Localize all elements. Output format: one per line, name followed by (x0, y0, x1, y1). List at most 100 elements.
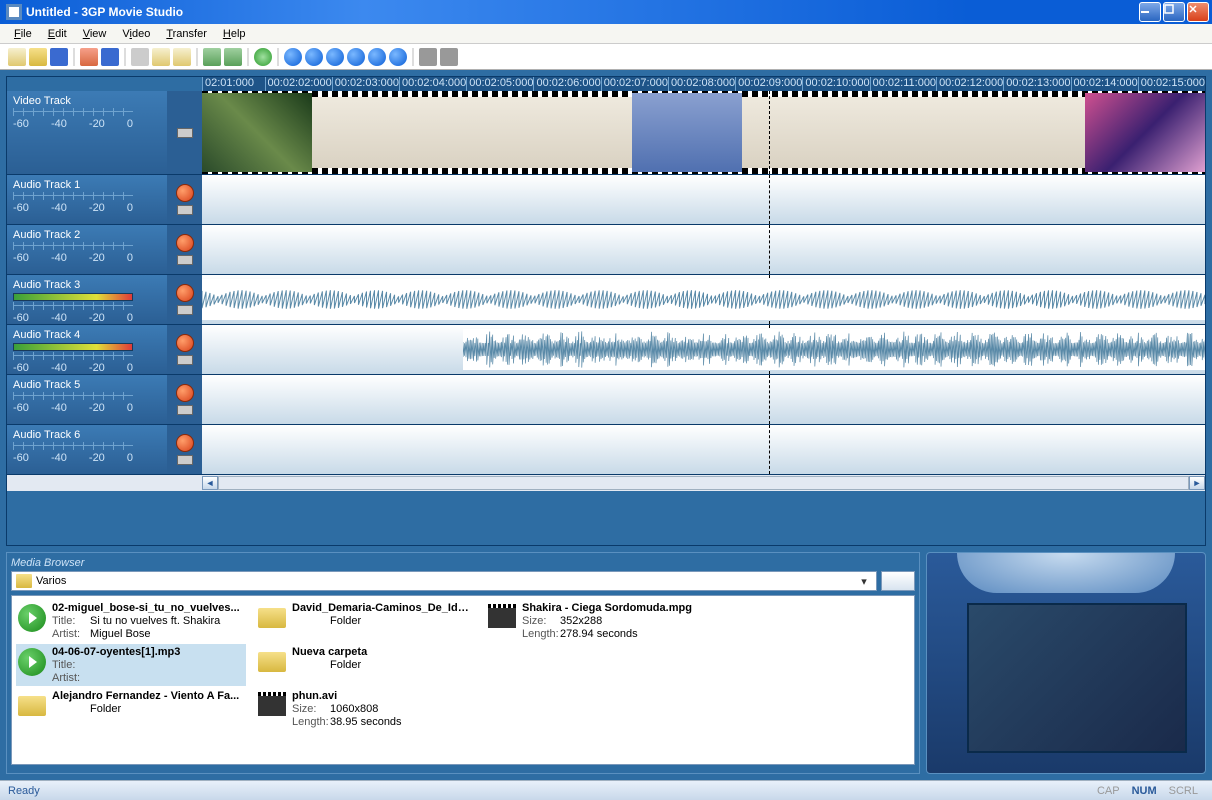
playhead[interactable] (769, 175, 770, 224)
folder-icon (18, 696, 46, 716)
audio-track-lane[interactable] (202, 425, 1205, 474)
media-browser-title: Media Browser (11, 557, 915, 569)
playhead[interactable] (769, 375, 770, 424)
ruler-tick: 00:02:13:000 (1003, 77, 1070, 91)
statusbar: Ready CAP NUM SCRL (0, 780, 1212, 800)
redo-button[interactable] (224, 48, 242, 66)
record-button[interactable] (347, 48, 365, 66)
playhead[interactable] (769, 91, 770, 174)
file-grid: 02-miguel_bose-si_tu_no_vuelves... Title… (11, 595, 915, 765)
playhead[interactable] (769, 225, 770, 274)
preview-screen[interactable] (967, 603, 1187, 753)
record-arm-button[interactable] (176, 184, 194, 202)
audio-track-row: Audio Track 2-60-40-200 (7, 225, 1205, 275)
copy-button[interactable] (152, 48, 170, 66)
path-text: Varios (36, 575, 856, 587)
scroll-right-button[interactable]: ► (1189, 476, 1205, 490)
record-arm-button[interactable] (176, 434, 194, 452)
cut-button[interactable] (131, 48, 149, 66)
minimize-button[interactable] (1139, 2, 1161, 22)
mute-toggle[interactable] (177, 455, 193, 465)
record-arm-button[interactable] (176, 334, 194, 352)
mute-toggle[interactable] (177, 255, 193, 265)
mute-toggle[interactable] (177, 355, 193, 365)
audio-track-label: Audio Track 6 (13, 429, 161, 441)
close-button[interactable] (1187, 2, 1209, 22)
play-button[interactable] (305, 48, 323, 66)
window-title: Untitled - 3GP Movie Studio (26, 5, 1139, 19)
audio-track-label: Audio Track 2 (13, 229, 161, 241)
ruler-tick: 00:02:08:000 (668, 77, 735, 91)
ruler-tick: 00:02:06:000 (533, 77, 600, 91)
time-ruler[interactable]: 02:01:00000:02:02:00000:02:03:00000:02:0… (7, 77, 1205, 91)
scroll-track[interactable] (218, 476, 1189, 490)
undo-button[interactable] (203, 48, 221, 66)
scroll-left-button[interactable]: ◄ (202, 476, 218, 490)
audio-clip[interactable] (202, 279, 1205, 320)
audio-track-lane[interactable] (202, 275, 1205, 324)
stop-button[interactable] (368, 48, 386, 66)
menu-edit[interactable]: Edit (40, 26, 75, 42)
menu-video[interactable]: Video (114, 26, 158, 42)
up-folder-button[interactable] (881, 571, 915, 591)
file-name: Alejandro Fernandez - Viento A Fa... (52, 690, 244, 703)
status-text: Ready (8, 785, 1091, 797)
maximize-button[interactable] (1163, 2, 1185, 22)
export-button[interactable] (80, 48, 98, 66)
audio-clip[interactable] (463, 329, 1205, 370)
path-dropdown[interactable]: Varios ▾ (11, 571, 877, 591)
mute-toggle[interactable] (177, 305, 193, 315)
audio-track-head: Audio Track 1-60-40-200 (7, 175, 167, 224)
device-button[interactable] (419, 48, 437, 66)
export2-button[interactable] (101, 48, 119, 66)
device2-button[interactable] (440, 48, 458, 66)
cap-indicator: CAP (1091, 785, 1126, 797)
video-knob[interactable] (177, 128, 193, 138)
file-name: Shakira - Ciega Sordomuda.mpg (522, 602, 744, 615)
video-clip-1[interactable] (202, 93, 312, 172)
audio-track-label: Audio Track 4 (13, 329, 161, 341)
menu-help[interactable]: Help (215, 26, 254, 42)
record-arm-button[interactable] (176, 284, 194, 302)
menu-transfer[interactable]: Transfer (158, 26, 215, 42)
rewind-button[interactable] (284, 48, 302, 66)
audio-track-head: Audio Track 3-60-40-200 (7, 275, 167, 324)
file-item[interactable]: 02-miguel_bose-si_tu_no_vuelves... Title… (16, 600, 246, 642)
separator (277, 48, 279, 66)
mute-toggle[interactable] (177, 405, 193, 415)
file-name: 04-06-07-oyentes[1].mp3 (52, 646, 244, 659)
save-button[interactable] (50, 48, 68, 66)
file-item[interactable]: 04-06-07-oyentes[1].mp3 Title: Artist: (16, 644, 246, 686)
file-item[interactable]: Alejandro Fernandez - Viento A Fa... Fol… (16, 688, 246, 730)
file-name: 02-miguel_bose-si_tu_no_vuelves... (52, 602, 244, 615)
file-item[interactable]: David_Demaria-Caminos_De_Ida_Y... Folder (256, 600, 476, 642)
mute-toggle[interactable] (177, 205, 193, 215)
folder-icon (16, 574, 32, 588)
scrl-indicator: SCRL (1163, 785, 1204, 797)
video-clip-3[interactable] (1085, 93, 1205, 172)
media-browser: Media Browser Varios ▾ 02-miguel_bose-si… (6, 552, 920, 774)
playhead[interactable] (769, 425, 770, 474)
forward-button[interactable] (389, 48, 407, 66)
video-clip-2[interactable] (632, 93, 742, 172)
record-arm-button[interactable] (176, 384, 194, 402)
file-item[interactable]: Shakira - Ciega Sordomuda.mpg Size:352x2… (486, 600, 746, 642)
file-item[interactable]: phun.avi Size:1060x808 Length:38.95 seco… (256, 688, 476, 730)
ruler-tick: 00:02:02:000 (265, 77, 332, 91)
help-button[interactable] (254, 48, 272, 66)
audio-track-lane[interactable] (202, 325, 1205, 374)
video-track-lane[interactable] (202, 91, 1205, 174)
audio-track-head: Audio Track 2-60-40-200 (7, 225, 167, 274)
open-button[interactable] (29, 48, 47, 66)
pause-button[interactable] (326, 48, 344, 66)
menu-file[interactable]: File (6, 26, 40, 42)
audio-track-lane[interactable] (202, 375, 1205, 424)
menu-view[interactable]: View (75, 26, 115, 42)
level-meter (13, 343, 133, 351)
record-arm-button[interactable] (176, 234, 194, 252)
audio-track-lane[interactable] (202, 175, 1205, 224)
file-item[interactable]: Nueva carpeta Folder (256, 644, 476, 686)
audio-track-lane[interactable] (202, 225, 1205, 274)
new-button[interactable] (8, 48, 26, 66)
paste-button[interactable] (173, 48, 191, 66)
